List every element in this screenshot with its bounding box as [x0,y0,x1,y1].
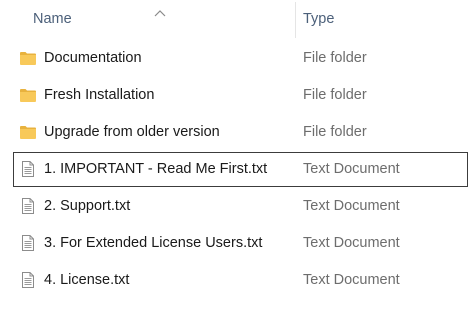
file-name: Documentation [44,50,142,66]
type-column-label: Type [303,11,335,27]
file-row[interactable]: 2. Support.txt Text Document [0,188,469,225]
file-row[interactable]: 1. IMPORTANT - Read Me First.txt Text Doc… [0,151,469,188]
file-name: Fresh Installation [44,87,155,103]
folder-icon [19,49,37,67]
file-type: File folder [303,124,367,140]
file-name: 4. License.txt [44,272,130,288]
type-column-header[interactable]: Type [296,0,469,38]
file-name: 2. Support.txt [44,198,131,214]
file-type: Text Document [303,198,400,214]
folder-row[interactable]: Fresh Installation File folder [0,77,469,114]
folder-icon [19,123,37,141]
file-explorer-list: Name Type Documentation File folder Fresh… [0,0,469,315]
text-document-icon [19,271,37,289]
column-header: Name Type [0,0,469,38]
folder-row[interactable]: Documentation File folder [0,40,469,77]
folder-row[interactable]: Upgrade from older version File folder [0,114,469,151]
name-column-label: Name [33,11,72,27]
text-document-icon [19,234,37,252]
file-name: 3. For Extended License Users.txt [44,235,263,251]
sort-ascending-icon [154,4,166,17]
file-row[interactable]: 4. License.txt Text Document [0,262,469,299]
text-document-icon [19,197,37,215]
text-document-icon [19,160,37,178]
file-row[interactable]: 3. For Extended License Users.txt Text Do… [0,225,469,262]
file-type: Text Document [303,235,400,251]
file-type: File folder [303,87,367,103]
file-type: File folder [303,50,367,66]
file-name: Upgrade from older version [44,124,220,140]
file-type: Text Document [303,161,400,177]
folder-icon [19,86,37,104]
file-type: Text Document [303,272,400,288]
file-name: 1. IMPORTANT - Read Me First.txt [44,161,268,177]
name-column-header[interactable]: Name [0,0,295,38]
file-list: Documentation File folder Fresh Installat… [0,40,469,299]
